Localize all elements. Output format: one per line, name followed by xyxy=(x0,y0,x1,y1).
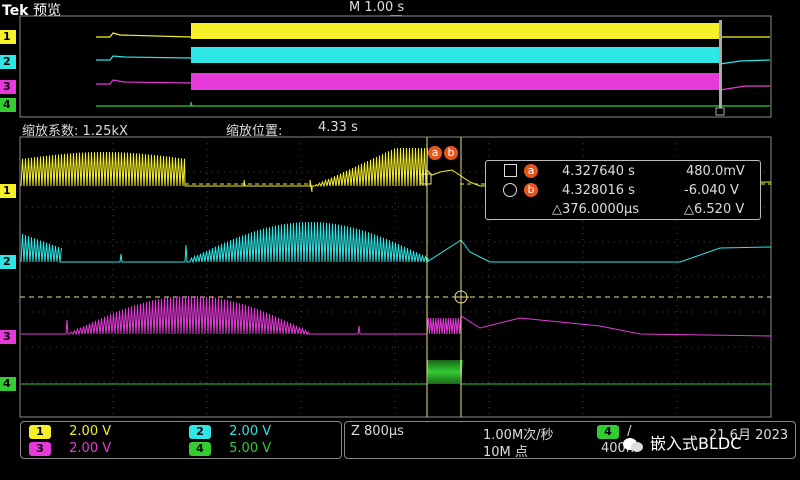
watermark: 嵌入式BLDC xyxy=(622,430,741,454)
wechat-icon xyxy=(622,437,644,453)
ch3-chip: 3 xyxy=(29,442,51,456)
cursor-b-tag[interactable]: b xyxy=(444,146,458,160)
watermark-text: 嵌入式BLDC xyxy=(650,434,742,453)
cursor-a-time: 4.327640 s xyxy=(562,164,635,179)
overview-ch2-marker[interactable]: 2 xyxy=(0,55,16,69)
overview-band-2 xyxy=(191,47,720,63)
ch3-scale: 2.00 V xyxy=(69,441,112,456)
record-length: 10M 点 xyxy=(483,445,528,460)
overview-band-3 xyxy=(191,73,720,90)
overview-band-1 xyxy=(191,23,720,39)
ch4-scale: 5.00 V xyxy=(229,441,272,456)
ch2-marker[interactable]: 2 xyxy=(0,255,16,269)
ch4-marker[interactable]: 4 xyxy=(0,377,16,391)
ch3-scale-row[interactable]: 3 2.00 V xyxy=(29,441,111,456)
ch1-chip: 1 xyxy=(29,425,51,439)
cursor-b-badge: b xyxy=(524,183,538,197)
zoom-window-marker xyxy=(719,20,722,108)
cursor-a-tag[interactable]: a xyxy=(428,146,442,160)
zoom-position-value: 4.33 s xyxy=(318,120,358,135)
zoom-position-label: 缩放位置: xyxy=(226,124,283,139)
ch2-chip: 2 xyxy=(189,425,211,439)
delta-value: △6.520 V xyxy=(684,202,745,217)
cursor-readout[interactable]: a 4.327640 s 480.0mV b 4.328016 s -6.040… xyxy=(485,160,761,220)
ch3-marker[interactable]: 3 xyxy=(0,330,16,344)
zoom-factor-label: 缩放系数: 1.25kX xyxy=(22,124,128,139)
ch4-scale-row[interactable]: 4 5.00 V xyxy=(189,441,271,456)
ch1-scale: 2.00 V xyxy=(69,424,112,439)
cursor-tags[interactable]: ab xyxy=(428,141,458,160)
channel-scale-panel[interactable]: 1 2.00 V 2 2.00 V 3 2.00 V 4 5.00 V xyxy=(20,421,342,459)
ch1-marker[interactable]: 1 xyxy=(0,184,16,198)
ch4-chip: 4 xyxy=(189,442,211,456)
delta-time: △376.0000μs xyxy=(552,202,640,217)
scope-display[interactable] xyxy=(0,0,800,480)
overview-ch1-marker[interactable]: 1 xyxy=(0,30,16,44)
ch2-scale-row[interactable]: 2 2.00 V xyxy=(189,424,271,439)
overview-ch3-marker[interactable]: 3 xyxy=(0,80,16,94)
trigger-channel-chip: 4 xyxy=(597,425,619,439)
circle-icon xyxy=(503,183,517,197)
ch1-scale-row[interactable]: 1 2.00 V xyxy=(29,424,111,439)
cursor-a-badge: a xyxy=(524,164,538,178)
cursor-a-value: 480.0mV xyxy=(686,164,745,179)
overview-ch4-marker[interactable]: 4 xyxy=(0,98,16,112)
cursor-b-value: -6.040 V xyxy=(684,183,739,198)
zoom-timebase: Z 800μs xyxy=(351,424,404,439)
ch2-scale: 2.00 V xyxy=(229,424,272,439)
square-icon xyxy=(504,164,517,177)
cursor-b-time: 4.328016 s xyxy=(562,183,635,198)
